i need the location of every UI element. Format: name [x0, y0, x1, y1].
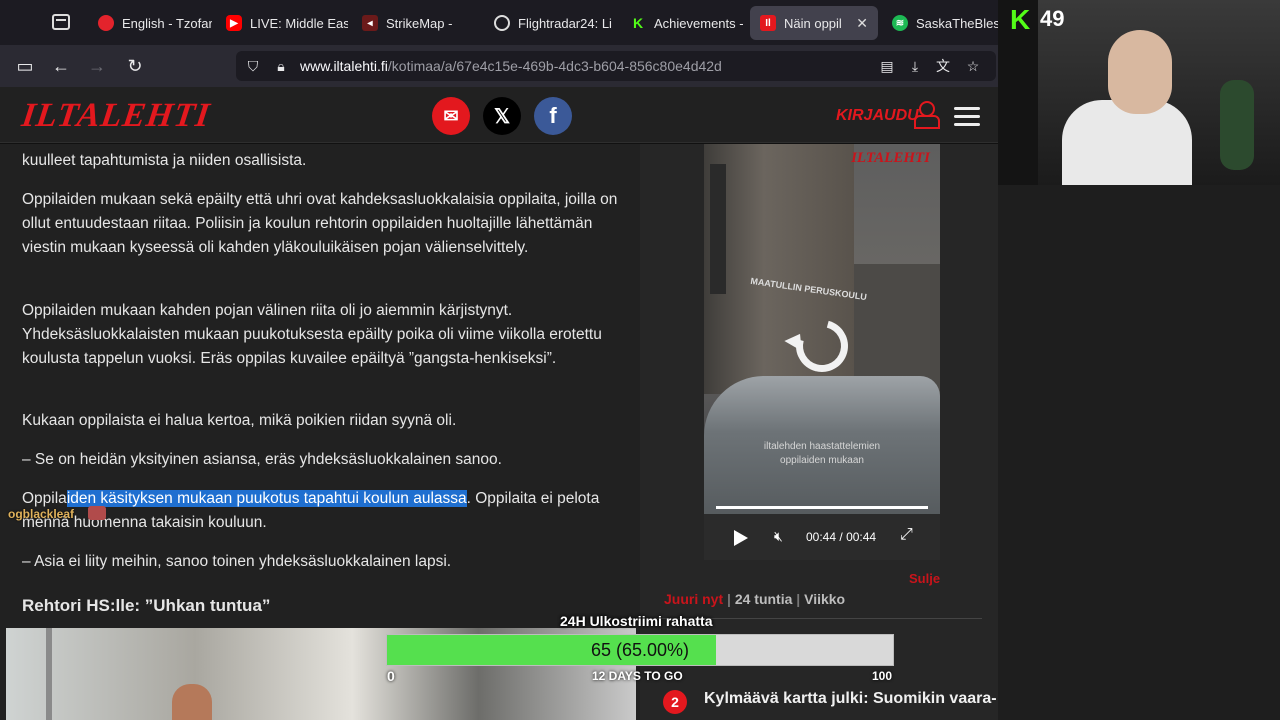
lock-icon[interactable]: 🔒︎	[272, 57, 290, 75]
x-share-icon[interactable]: 𝕏	[483, 97, 521, 135]
viewer-count: 49	[1040, 6, 1065, 31]
selected-text[interactable]: iden käsityksen mukaan puukotus tapahtui…	[66, 490, 467, 507]
video-controls: 🔇︎ 00:44 / 00:44 ⤢	[704, 514, 940, 560]
close-tab-icon[interactable]: ✕	[856, 15, 868, 32]
bookmark-star-icon[interactable]: ☆	[964, 57, 982, 75]
mute-icon[interactable]: 🔇︎	[774, 528, 783, 545]
tab-overview-icon[interactable]	[52, 14, 70, 30]
paragraph: – Asia ei liity meihin, sanoo toinen yhd…	[22, 553, 452, 570]
site-header: ILTALEHTI ✉ 𝕏 f KIRJAUDU	[0, 87, 998, 143]
video-frame-window	[710, 164, 726, 294]
tab-24h[interactable]: 24 tuntia	[735, 591, 793, 607]
goal-progress-text: 65 (65.00%)	[590, 639, 690, 660]
shield-icon[interactable]: ⛉	[244, 57, 262, 75]
paragraph: Kukaan oppilaista ei halua kertoa, mikä …	[22, 412, 457, 429]
play-icon[interactable]	[734, 530, 748, 546]
tab-tzofar[interactable]: English - Tzofar	[88, 6, 212, 40]
spotify-icon: ≋	[892, 15, 908, 31]
forward-icon[interactable]: →	[86, 55, 108, 77]
paragraph-text: Oppila	[22, 490, 67, 507]
goal-progress-bar: 65 (65.00%)	[386, 634, 894, 666]
news-headline-link[interactable]: Kylmäävä kartta julki: Suomikin vaara-	[704, 690, 997, 708]
image-person	[172, 684, 212, 720]
viewer-badge-icon	[88, 506, 106, 520]
tab-label: Achievements -	[654, 15, 744, 31]
tab-flightradar[interactable]: Flightradar24: Li	[484, 6, 616, 40]
rank-badge: 2	[663, 690, 687, 714]
login-link[interactable]: KIRJAUDU	[836, 107, 919, 125]
tab-label: Näin oppilaat	[784, 15, 842, 31]
webcam-plant	[1220, 80, 1254, 170]
goal-days-left: 12 DAYS TO GO	[592, 669, 683, 683]
image-frame	[46, 628, 52, 720]
paragraph: kuulleet tapahtumista ja niiden osallisi…	[22, 152, 307, 169]
video-frame-window	[854, 264, 940, 394]
chat-viewer-name: ogblackleaf	[8, 507, 75, 521]
tab-label: LIVE: Middle Eas	[250, 15, 348, 31]
time-separator: /	[839, 530, 843, 544]
paragraph: Oppilaiden mukaan kahden pojan välinen r…	[22, 302, 602, 367]
site-logo[interactable]: ILTALEHTI	[19, 97, 212, 135]
video-caption: iltalehden haastattelemien oppilaiden mu…	[704, 440, 940, 468]
screen: English - Tzofar ▶ LIVE: Middle Eas ◂ St…	[0, 0, 1280, 720]
close-video-link[interactable]: Sulje	[909, 571, 940, 586]
address-bar[interactable]: ⛉ 🔒︎ www.iltalehti.fi/kotimaa/a/67e4c15e…	[236, 51, 996, 81]
reload-icon[interactable]: ↻	[124, 55, 146, 77]
goal-title: 24H Ulkostriimi rahatta	[560, 613, 713, 629]
tab-label: English - Tzofar	[122, 15, 212, 31]
url-text: www.iltalehti.fi/kotimaa/a/67e4c15e-469b…	[300, 58, 722, 74]
kick-icon: K	[632, 15, 644, 31]
user-icon[interactable]	[913, 101, 940, 129]
browser-tab-bar: English - Tzofar ▶ LIVE: Middle Eas ◂ St…	[0, 0, 1002, 45]
tab-week[interactable]: Viikko	[804, 591, 845, 607]
tab-spotify[interactable]: ≋ SaskaTheBlesse	[882, 6, 1002, 40]
tab-live-middle-east[interactable]: ▶ LIVE: Middle Eas	[216, 6, 348, 40]
paragraph: Oppilaiden mukaan sekä epäilty että uhri…	[22, 191, 618, 256]
sidebar-toggle-icon[interactable]: ▭	[14, 55, 36, 77]
time-current: 00:44	[806, 530, 837, 544]
most-read-tabs: Juuri nyt | 24 tuntia | Viikko	[664, 591, 846, 607]
kick-logo-icon: K	[1010, 4, 1031, 35]
time-total: 00:44	[846, 530, 877, 544]
caption-line: iltalehden haastattelemien	[763, 441, 881, 452]
flightradar-icon	[494, 15, 510, 31]
goal-min: 0	[387, 668, 395, 684]
tab-just-now[interactable]: Juuri nyt	[664, 591, 723, 607]
tab-label: SaskaTheBlesse	[916, 15, 1002, 31]
url-path: /kotimaa/a/67e4c15e-469b-4dc3-b604-856c8…	[387, 58, 722, 74]
youtube-icon: ▶	[226, 15, 242, 31]
paragraph-with-selection: Oppilaiden käsityksen mukaan puukotus ta…	[22, 487, 622, 535]
video-progress-bar[interactable]	[716, 506, 928, 509]
streamer-head	[1108, 30, 1172, 114]
paragraph: – Se on heidän yksityinen asiansa, eräs …	[22, 451, 502, 468]
tab-achievements[interactable]: K Achievements -	[620, 6, 746, 40]
tab-iltalehti[interactable]: Il Näin oppilaat ✕	[750, 6, 878, 40]
tab-label: Flightradar24: Li	[518, 15, 612, 31]
reader-view-icon[interactable]: ▤	[878, 57, 896, 75]
tzofar-icon	[98, 15, 114, 31]
iltalehti-icon: Il	[760, 15, 776, 31]
video-time: 00:44 / 00:44	[806, 530, 876, 544]
menu-icon[interactable]	[954, 107, 980, 126]
goal-max: 100	[872, 669, 893, 683]
video-player[interactable]: MAATULLIN PERUSKOULU ILTALEHTI iltalehde…	[704, 144, 940, 560]
translate-icon[interactable]: 文	[934, 57, 952, 75]
fullscreen-icon[interactable]: ⤢	[900, 526, 913, 544]
email-share-icon[interactable]: ✉	[432, 97, 470, 135]
strikemap-icon: ◂	[362, 15, 378, 31]
subheading: Rehtori HS:lle: ”Uhkan tuntua”	[22, 596, 271, 615]
caption-line: oppilaiden mukaan	[780, 455, 864, 466]
facebook-share-icon[interactable]: f	[534, 97, 572, 135]
url-host: www.iltalehti.fi	[300, 58, 388, 74]
save-page-icon[interactable]: ⤓	[906, 57, 924, 75]
tab-label: StrikeMap -	[386, 15, 453, 31]
back-icon[interactable]: ←	[50, 55, 72, 77]
tab-strikemap[interactable]: ◂ StrikeMap -	[352, 6, 480, 40]
browser-nav-bar: ▭ ← → ↻ ⛉ 🔒︎ www.iltalehti.fi/kotimaa/a/…	[0, 45, 998, 87]
video-watermark: ILTALEHTI	[851, 150, 930, 166]
